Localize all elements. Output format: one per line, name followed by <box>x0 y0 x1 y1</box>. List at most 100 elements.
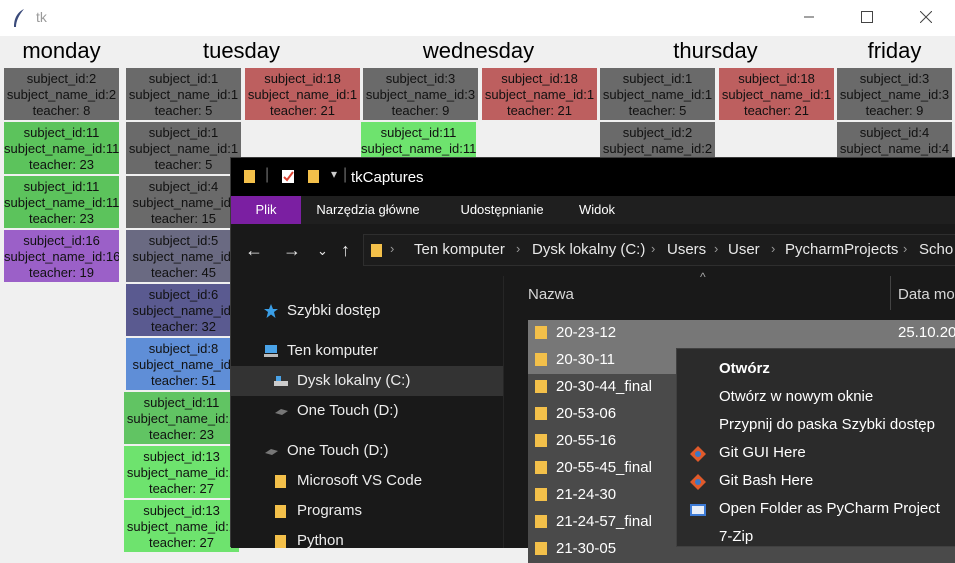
git-bash-icon <box>690 474 706 490</box>
tab-plik[interactable]: Plik <box>231 196 301 224</box>
file-name: 20-55-45_final <box>556 459 652 476</box>
context-menu-label: 7-Zip <box>719 528 754 545</box>
pycharm-icon <box>690 504 706 516</box>
tab-udostepnianie[interactable]: Udostępnianie <box>447 196 557 224</box>
schedule-cell-line: subject_id:16 <box>23 233 100 248</box>
schedule-cell-line: subject_id:1 <box>622 71 693 86</box>
schedule-cell: subject_id:8 subject_name_id: teacher: 51 <box>126 338 241 390</box>
column-divider[interactable] <box>890 276 891 310</box>
file-name: 21-30-05 <box>556 540 617 557</box>
day-header-wednesday: wednesday <box>422 38 535 63</box>
up-arrow-icon[interactable]: ↑ <box>341 240 350 261</box>
back-arrow-icon[interactable]: ← <box>245 240 263 261</box>
breadcrumb-user[interactable]: User <box>728 241 760 258</box>
sort-ascending-icon: ^ <box>700 270 706 284</box>
folder-icon <box>275 475 286 488</box>
schedule-cell-line: subject_id:13 <box>143 503 220 518</box>
explorer-title: tkCaptures <box>351 169 424 186</box>
column-header-name[interactable]: Nazwa <box>528 286 574 316</box>
schedule-cell: subject_id:18 subject_name_id:1 teacher: 2… <box>719 68 834 120</box>
properties-checkbox-icon[interactable] <box>281 168 295 184</box>
context-menu-item[interactable]: Przypnij do paska Szybki dostęp <box>677 411 955 439</box>
schedule-cell-line: teacher: 9 <box>391 103 450 118</box>
schedule-cell: subject_id:6 subject_name_id: teacher: 32 <box>126 284 241 336</box>
context-menu: Otwórz Otwórz w nowym oknie Przypnij do pa… <box>676 348 955 547</box>
external-drive-icon <box>265 449 278 455</box>
minimize-icon <box>804 16 814 18</box>
breadcrumb-ten-komputer[interactable]: Ten komputer <box>414 241 505 258</box>
schedule-cell-line: subject_name_id:2 <box>6 87 117 102</box>
folder-icon <box>275 505 286 518</box>
schedule-cell: subject_id:18 subject_name_id:1 teacher: 2… <box>482 68 597 120</box>
nav-microsoft-vs-code[interactable]: Microsoft VS Code <box>231 466 503 496</box>
folder-icon <box>535 515 547 528</box>
file-name: 20-23-12 <box>556 324 617 341</box>
navigation-pane: Szybki dostęp Ten komputer Dysk lokalny … <box>231 276 503 549</box>
column-header-date[interactable]: Data mo <box>898 286 955 316</box>
nav-dysk-lokalny[interactable]: Dysk lokalny (C:) <box>231 366 503 396</box>
schedule-cell-line: subject_name_id:1 <box>721 87 832 102</box>
schedule-cell-line: teacher: 15 <box>150 211 217 226</box>
folder-icon <box>535 461 547 474</box>
breadcrumb-users[interactable]: Users <box>667 241 706 258</box>
breadcrumb-pycharmprojects[interactable]: PycharmProjects <box>785 241 898 258</box>
nav-one-touch-d-sub[interactable]: One Touch (D:) <box>231 396 503 426</box>
schedule-cell-line: subject_id:3 <box>859 71 930 86</box>
nav-szybki-dostep[interactable]: Szybki dostęp <box>231 296 503 326</box>
schedule-cell: subject_id:1 subject_name_id:1 teacher: 5 <box>600 68 715 120</box>
schedule-cell-line: subject_name_id: <box>132 303 235 318</box>
schedule-cell-line: subject_id:5 <box>148 233 219 248</box>
context-menu-item[interactable]: Git Bash Here <box>677 467 955 495</box>
folder-icon <box>244 170 255 183</box>
tab-widok[interactable]: Widok <box>567 196 627 224</box>
computer-icon <box>264 345 278 357</box>
schedule-cell-line: teacher: 21 <box>506 103 573 118</box>
context-menu-item[interactable]: Open Folder as PyCharm Project <box>677 495 955 523</box>
nav-one-touch-d[interactable]: One Touch (D:) <box>231 436 503 466</box>
context-menu-label: Otwórz <box>719 360 770 377</box>
folder-icon <box>535 488 547 501</box>
schedule-cell-line: subject_name_id:1 <box>602 87 713 102</box>
schedule-cell-line: teacher: 23 <box>28 157 95 172</box>
new-folder-icon[interactable] <box>307 168 321 184</box>
context-menu-item[interactable]: Git GUI Here <box>677 439 955 467</box>
file-row[interactable]: 20-23-12 25.10.202 <box>528 320 955 347</box>
recent-locations-chevron-icon[interactable]: ⌄ <box>317 243 328 259</box>
quick-access-dropdown-icon[interactable]: ▾ <box>331 167 337 181</box>
nav-programs[interactable]: Programs <box>231 496 503 526</box>
schedule-cell: subject_id:18 subject_name_id:1 teacher: 2… <box>245 68 360 120</box>
schedule-cell-line: subject_name_id:16 <box>4 249 119 264</box>
folder-icon <box>535 542 547 555</box>
breadcrumb[interactable]: › Ten komputer › Dysk lokalny (C:) › Use… <box>363 234 955 266</box>
schedule-cell-line: subject_name_id:11 <box>4 195 119 210</box>
feather-icon <box>14 9 24 27</box>
forward-arrow-icon[interactable]: → <box>283 240 301 261</box>
minimize-button[interactable] <box>780 0 838 34</box>
window-title: tk <box>36 9 47 25</box>
context-menu-label: Otwórz w nowym oknie <box>719 388 874 405</box>
close-button[interactable] <box>897 0 955 34</box>
context-menu-item[interactable]: Otwórz w nowym oknie <box>677 383 955 411</box>
schedule-cell-line: teacher: 32 <box>150 319 217 334</box>
ribbon-tabs: Plik Narzędzia główne Udostępnianie Wido… <box>231 196 955 224</box>
nav-ten-komputer[interactable]: Ten komputer <box>231 336 503 366</box>
schedule-cell-line: subject_name_id: <box>132 357 235 372</box>
schedule-cell-line: subject_id:18 <box>738 71 815 86</box>
schedule-cell-line: subject_name_id:1 <box>247 87 358 102</box>
schedule-cell-line: subject_id:18 <box>264 71 341 86</box>
breadcrumb-dysk-lokalny[interactable]: Dysk lokalny (C:) <box>532 241 645 258</box>
context-menu-label: Przypnij do paska Szybki dostęp <box>719 416 935 433</box>
schedule-cell: subject_id:13 subject_name_id:1 teacher: 2… <box>124 446 239 498</box>
schedule-cell-line: teacher: 23 <box>28 211 95 226</box>
tab-narzedzia-glowne[interactable]: Narzędzia główne <box>307 196 429 224</box>
schedule-cell-line: subject_name_id: <box>132 249 235 264</box>
breadcrumb-school[interactable]: Scho <box>919 241 953 258</box>
nav-python[interactable]: Python <box>231 526 503 556</box>
schedule-cell-line: teacher: 5 <box>628 103 687 118</box>
maximize-button[interactable] <box>838 0 896 34</box>
schedule-cell: subject_id:5 subject_name_id: teacher: 45 <box>126 230 241 282</box>
schedule-cell: subject_id:1 subject_name_id:1 teacher: 5 <box>126 122 241 174</box>
context-menu-item[interactable]: Otwórz <box>677 355 955 383</box>
file-name: 20-53-06 <box>556 405 617 422</box>
file-date: 25.10.202 <box>898 324 955 341</box>
